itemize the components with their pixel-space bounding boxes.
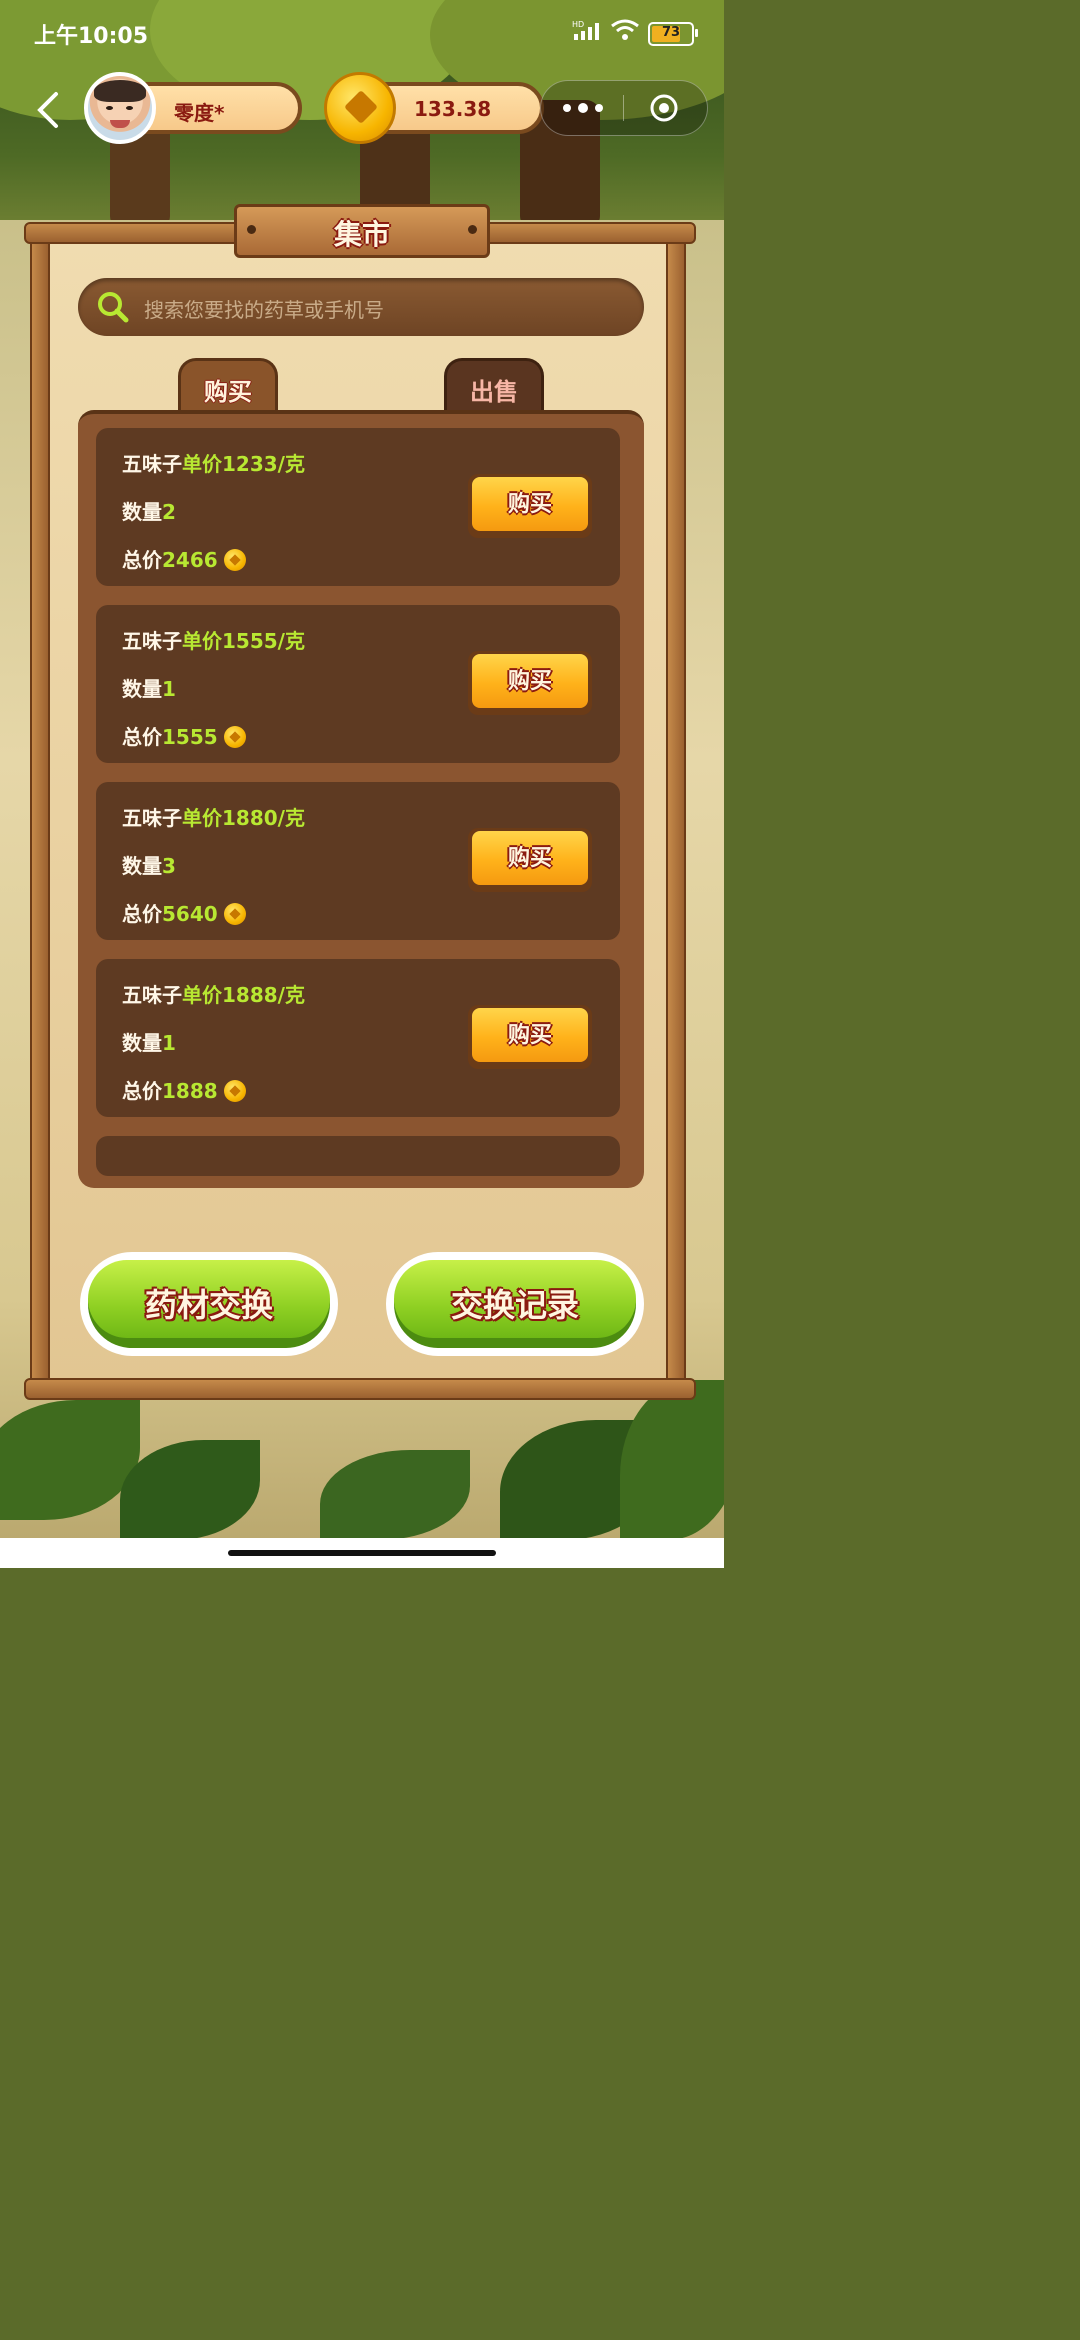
page-title: 集市 [333, 218, 390, 251]
wifi-icon [611, 19, 639, 40]
listing-card: 五味子单价1888/克 数量1 总价1888 购买 [96, 959, 620, 1117]
search-bar[interactable]: 搜索您要找的药草或手机号 [78, 278, 644, 336]
buy-button[interactable]: 购买 [468, 651, 592, 715]
buy-button[interactable]: 购买 [468, 828, 592, 892]
quantity-value: 1 [162, 1031, 176, 1055]
unit-price: 单价1555/克 [182, 629, 305, 653]
battery-level: 73 [661, 25, 681, 40]
coin-icon [223, 726, 246, 748]
herb-exchange-button[interactable]: 药材交换 [80, 1252, 338, 1356]
mini-program-capsule [540, 80, 708, 136]
quantity-value: 3 [162, 854, 176, 878]
herb-name: 五味子 [122, 452, 182, 476]
signal-icon: HD [572, 20, 599, 40]
quantity-value: 2 [162, 500, 176, 524]
total-label: 总价 [122, 548, 162, 572]
coin-icon [223, 903, 246, 925]
tab-buy-label: 购买 [204, 378, 252, 406]
total-label: 总价 [122, 1079, 162, 1103]
listing-card-partial [96, 1136, 620, 1176]
tab-sell[interactable]: 出售 [444, 358, 544, 414]
total-value: 5640 [162, 902, 218, 926]
quantity-value: 1 [162, 677, 176, 701]
avatar[interactable] [84, 72, 156, 144]
board-frame-right [666, 236, 686, 1386]
back-arrow-icon[interactable] [30, 88, 70, 132]
board-frame-bottom [24, 1378, 696, 1400]
tab-buy[interactable]: 购买 [178, 358, 278, 414]
gold-coin-icon [324, 72, 396, 144]
tab-sell-label: 出售 [470, 378, 518, 406]
buy-button-label: 购买 [507, 669, 552, 694]
board-frame-left [30, 236, 50, 1386]
buy-button-label: 购买 [507, 1023, 552, 1048]
search-icon [98, 292, 129, 323]
quantity-label: 数量 [122, 677, 162, 701]
close-target-icon[interactable] [649, 93, 679, 123]
quantity-label: 数量 [122, 500, 162, 524]
total-label: 总价 [122, 902, 162, 926]
status-bar: 上午10:05 HD 73 [0, 0, 724, 64]
total-value: 1555 [162, 725, 218, 749]
buy-button[interactable]: 购买 [468, 474, 592, 538]
listing-card: 五味子单价1555/克 数量1 总价1555 购买 [96, 605, 620, 763]
herb-name: 五味子 [122, 629, 182, 653]
svg-text:HD: HD [572, 20, 584, 29]
buy-button-label: 购买 [507, 492, 552, 517]
search-placeholder: 搜索您要找的药草或手机号 [144, 298, 384, 322]
total-label: 总价 [122, 725, 162, 749]
buy-button[interactable]: 购买 [468, 1005, 592, 1069]
unit-price: 单价1880/克 [182, 806, 305, 830]
more-dots-icon[interactable] [559, 97, 607, 119]
coin-icon [223, 1080, 246, 1102]
total-value: 1888 [162, 1079, 218, 1103]
coin-balance: 133.38 [414, 97, 492, 121]
user-name: 零度* [174, 101, 225, 125]
herb-exchange-label: 药材交换 [144, 1286, 273, 1324]
exchange-records-button[interactable]: 交换记录 [386, 1252, 644, 1356]
home-indicator [228, 1550, 496, 1556]
herb-name: 五味子 [122, 806, 182, 830]
herb-name: 五味子 [122, 983, 182, 1007]
total-value: 2466 [162, 548, 218, 572]
quantity-label: 数量 [122, 1031, 162, 1055]
status-time: 上午10:05 [34, 24, 149, 49]
listing-card: 五味子单价1880/克 数量3 总价5640 购买 [96, 782, 620, 940]
unit-price: 单价1888/克 [182, 983, 305, 1007]
unit-price: 单价1233/克 [182, 452, 305, 476]
title-plank: 集市 [234, 204, 490, 258]
buy-button-label: 购买 [507, 846, 552, 871]
listing-panel[interactable]: 五味子单价1233/克 数量2 总价2466 购买 五味子单价1555/克 数量… [78, 410, 644, 1188]
coin-icon [223, 549, 246, 571]
quantity-label: 数量 [122, 854, 162, 878]
listing-card: 五味子单价1233/克 数量2 总价2466 购买 [96, 428, 620, 586]
exchange-records-label: 交换记录 [450, 1286, 579, 1324]
battery-icon: 73 [648, 22, 698, 46]
